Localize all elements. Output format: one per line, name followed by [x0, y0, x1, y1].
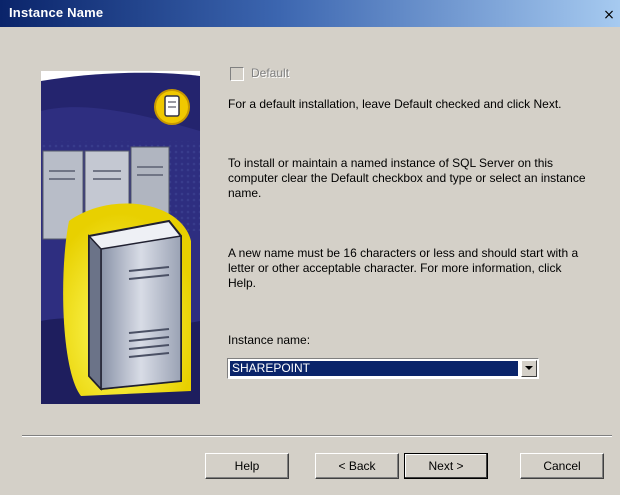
name-rules-text: A new name must be 16 characters or less…	[228, 246, 579, 290]
next-button-label: Next >	[428, 459, 464, 473]
chevron-down-icon[interactable]	[521, 360, 537, 377]
server-illustration	[41, 71, 200, 404]
cancel-button[interactable]: Cancel	[520, 453, 604, 479]
back-button[interactable]: < Back	[315, 453, 399, 479]
instance-name-combobox[interactable]: SHAREPOINT	[227, 358, 539, 379]
instance-name-label: Instance name:	[228, 333, 311, 347]
help-button[interactable]: Help	[205, 453, 289, 479]
instance-name-value[interactable]: SHAREPOINT	[230, 361, 518, 376]
default-install-instructions: For a default installation, leave Defaul…	[228, 97, 562, 111]
default-checkbox[interactable]	[230, 67, 244, 81]
named-instance-instructions: To install or maintain a named instance …	[228, 156, 586, 200]
window-title: Instance Name	[9, 5, 104, 20]
help-button-label: Help	[234, 459, 260, 473]
server-tower-illustration	[41, 71, 200, 404]
back-button-label: < Back	[338, 459, 376, 473]
close-icon[interactable]: ×	[602, 8, 616, 22]
next-button[interactable]: Next >	[404, 453, 488, 479]
title-bar[interactable]: Instance Name ×	[0, 0, 620, 27]
divider	[22, 435, 612, 437]
default-checkbox-label: Default	[251, 66, 290, 80]
instance-name-dialog: Instance Name × Default For a default in…	[0, 0, 620, 495]
cancel-button-label: Cancel	[543, 459, 581, 473]
